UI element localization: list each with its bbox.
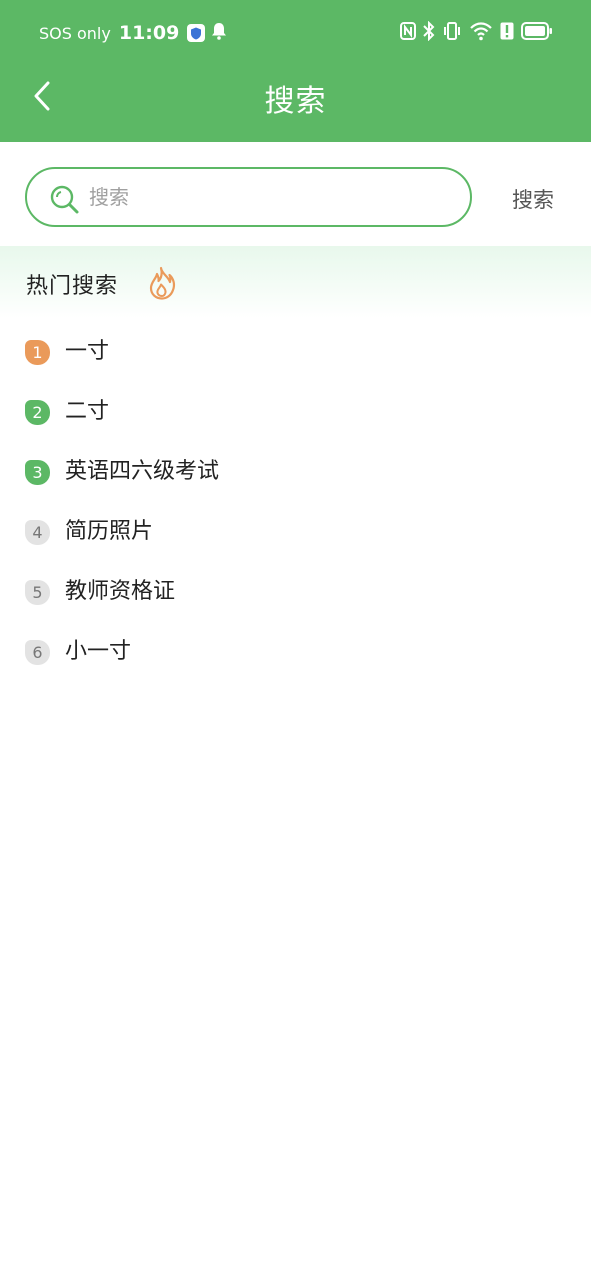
rank-badge: 1 bbox=[25, 340, 50, 365]
status-bar-left: SOS only 11:09 bbox=[39, 20, 227, 46]
rank-badge: 3 bbox=[25, 460, 50, 485]
search-icon bbox=[50, 185, 79, 214]
hot-search-item[interactable]: 3 英语四六级考试 bbox=[0, 441, 591, 501]
search-input[interactable] bbox=[89, 179, 449, 215]
nfc-icon bbox=[400, 22, 416, 44]
clock: 11:09 bbox=[118, 22, 180, 44]
wifi-icon bbox=[469, 21, 493, 45]
hot-search-label: 小一寸 bbox=[65, 639, 132, 664]
search-area: 搜索 bbox=[0, 142, 591, 246]
search-button[interactable]: 搜索 bbox=[497, 182, 569, 218]
hot-search-item[interactable]: 5 教师资格证 bbox=[0, 561, 591, 621]
hot-search-item[interactable]: 4 简历照片 bbox=[0, 501, 591, 561]
rank-badge: 2 bbox=[25, 400, 50, 425]
hot-search-label: 简历照片 bbox=[65, 519, 154, 544]
shield-icon bbox=[187, 24, 206, 42]
flame-icon bbox=[149, 266, 176, 300]
rank-badge: 6 bbox=[25, 640, 50, 665]
battery-icon bbox=[521, 22, 553, 44]
hot-search-item[interactable]: 2 二寸 bbox=[0, 381, 591, 441]
bell-icon bbox=[211, 22, 227, 44]
bluetooth-icon bbox=[423, 20, 435, 45]
hot-search-header: 热门搜索 bbox=[0, 246, 591, 318]
hot-search-label: 英语四六级考试 bbox=[65, 459, 220, 484]
rank-badge: 4 bbox=[25, 520, 50, 545]
alert-icon bbox=[500, 22, 514, 44]
nav-bar: 搜索 bbox=[0, 66, 591, 142]
hot-search-item[interactable]: 1 一寸 bbox=[0, 321, 591, 381]
carrier-label: SOS only bbox=[39, 23, 111, 43]
app-header: SOS only 11:09 搜索 bbox=[0, 0, 591, 142]
hot-search-label: 一寸 bbox=[65, 339, 110, 364]
status-bar-right bbox=[400, 20, 553, 46]
hot-search-label: 教师资格证 bbox=[65, 579, 176, 604]
page-title: 搜索 bbox=[264, 84, 327, 119]
hot-search-title: 热门搜索 bbox=[26, 274, 119, 299]
hot-search-item[interactable]: 6 小一寸 bbox=[0, 621, 591, 681]
search-box[interactable] bbox=[25, 167, 472, 227]
rank-badge: 5 bbox=[25, 580, 50, 605]
status-bar: SOS only 11:09 bbox=[0, 0, 591, 66]
hot-search-label: 二寸 bbox=[65, 399, 110, 424]
vibrate-icon bbox=[442, 21, 462, 45]
